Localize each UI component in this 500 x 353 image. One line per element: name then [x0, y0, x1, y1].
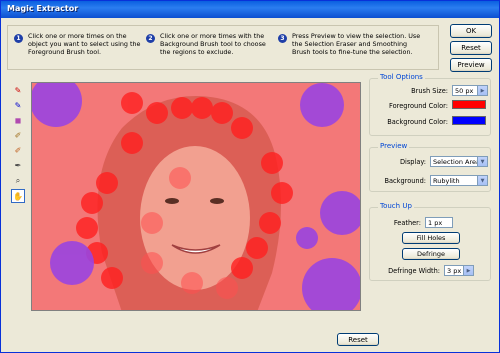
step-number: 3	[278, 34, 287, 43]
background-label: Background:	[384, 177, 426, 185]
chevron-down-icon[interactable]: ▼	[477, 176, 487, 185]
step-number: 2	[146, 34, 155, 43]
instruction-line: Brush tools to fine-tune the selection.	[292, 48, 413, 56]
ok-button[interactable]: OK	[450, 24, 492, 38]
chevron-right-icon[interactable]: ▶	[463, 266, 473, 275]
background-brush-icon[interactable]: ✎	[11, 99, 25, 113]
instruction-line: the regions to exclude.	[160, 48, 234, 56]
foreground-color-swatch[interactable]	[452, 100, 486, 109]
foreground-color-label: Foreground Color:	[389, 102, 448, 110]
background-select[interactable]: Rubylith ▼	[430, 175, 488, 186]
magic-extractor-dialog: Magic Extractor 1 Click one or more time…	[0, 0, 500, 353]
feather-label: Feather:	[393, 219, 421, 227]
instructions-panel: 1 Click one or more times on the object …	[7, 25, 439, 70]
preview-image	[32, 83, 360, 310]
group-title: Preview	[378, 142, 410, 150]
chevron-down-icon[interactable]: ▼	[477, 157, 487, 166]
defringe-width-field[interactable]: 3 px ▶	[444, 265, 474, 276]
smoothing-brush-icon[interactable]: ✒	[11, 159, 25, 173]
zoom-icon[interactable]: ⌕	[11, 174, 25, 188]
background-color-swatch[interactable]	[452, 116, 486, 125]
step-number: 1	[14, 34, 23, 43]
image-preview-canvas[interactable]	[31, 82, 361, 311]
instruction-line: Background Brush tool to choose	[160, 40, 266, 48]
touch-up-group: Touch Up Feather: 1 px Fill Holes Defrin…	[369, 202, 491, 281]
instruction-line: Foreground Brush tool.	[28, 48, 102, 56]
instruction-line: Click one or more times with the	[160, 32, 265, 40]
reset-bottom-button[interactable]: Reset	[337, 333, 379, 346]
background-color-label: Background Color:	[387, 118, 448, 126]
instruction-line: Press Preview to view the selection. Use	[292, 32, 421, 40]
preview-options-group: Preview Display: Selection Area ▼ Backgr…	[369, 142, 491, 192]
display-label: Display:	[399, 158, 426, 166]
window-title: Magic Extractor	[7, 4, 79, 13]
tool-options-group: Tool Options Brush Size: 50 px ▶ Foregro…	[369, 73, 491, 136]
reset-button[interactable]: Reset	[450, 41, 492, 55]
instruction-line: object you want to select using the	[28, 40, 141, 48]
brush-size-field[interactable]: 50 px ▶	[452, 85, 488, 96]
point-eraser-icon[interactable]: ◼	[11, 114, 25, 128]
group-title: Touch Up	[378, 202, 414, 210]
preview-button[interactable]: Preview	[450, 58, 492, 72]
defringe-width-label: Defringe Width:	[388, 267, 440, 275]
remove-from-selection-brush-icon[interactable]: ✐	[11, 144, 25, 158]
display-select[interactable]: Selection Area ▼	[430, 156, 488, 167]
instruction-line: Click one or more times on the	[28, 32, 127, 40]
foreground-brush-icon[interactable]: ✎	[11, 84, 25, 98]
fill-holes-button[interactable]: Fill Holes	[402, 232, 460, 244]
group-title: Tool Options	[378, 73, 425, 81]
defringe-button[interactable]: Defringe	[402, 248, 460, 260]
hand-icon[interactable]: ✋	[11, 189, 25, 203]
brush-size-label: Brush Size:	[411, 87, 448, 95]
title-bar: Magic Extractor	[1, 1, 499, 18]
chevron-right-icon[interactable]: ▶	[477, 86, 487, 95]
tool-palette: ✎ ✎ ◼ ✐ ✐ ✒ ⌕ ✋	[11, 84, 25, 204]
add-to-selection-brush-icon[interactable]: ✐	[11, 129, 25, 143]
instruction-line: the Selection Eraser and Smoothing	[292, 40, 408, 48]
feather-input[interactable]: 1 px	[425, 217, 453, 228]
